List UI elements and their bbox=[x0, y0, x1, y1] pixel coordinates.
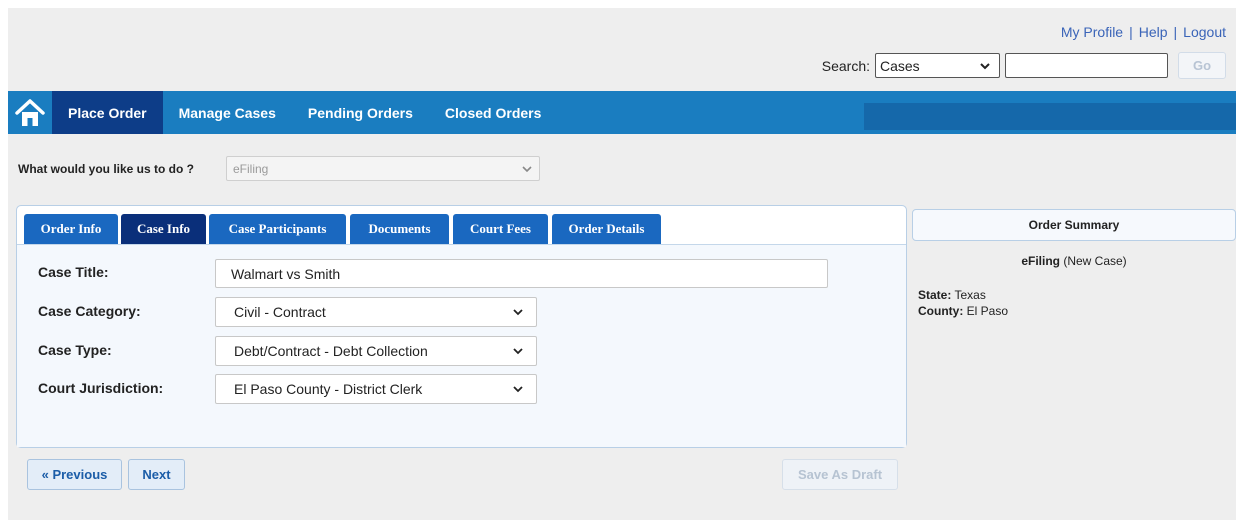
link-separator: | bbox=[1129, 24, 1133, 40]
logout-link[interactable]: Logout bbox=[1183, 24, 1226, 40]
summary-county-value: El Paso bbox=[966, 304, 1009, 318]
case-type-select[interactable]: Debt/Contract - Debt Collection bbox=[215, 336, 537, 366]
case-category-label: Case Category: bbox=[38, 303, 141, 319]
nav-band bbox=[864, 103, 1236, 130]
search-bar: Search: Cases Go bbox=[822, 52, 1226, 79]
case-type-value: Debt/Contract - Debt Collection bbox=[234, 343, 428, 359]
help-link[interactable]: Help bbox=[1139, 24, 1168, 40]
court-jurisdiction-label: Court Jurisdiction: bbox=[38, 380, 164, 396]
search-label: Search: bbox=[821, 57, 870, 74]
summary-county: County: El Paso bbox=[918, 304, 1008, 318]
service-question-label: What would you like us to do ? bbox=[18, 162, 194, 176]
summary-state-label: State: bbox=[918, 288, 952, 302]
chevron-down-icon bbox=[522, 165, 532, 172]
case-info-panel: Order Info Case Info Case Participants D… bbox=[16, 205, 907, 448]
search-input[interactable] bbox=[1005, 53, 1168, 78]
court-jurisdiction-value: El Paso County - District Clerk bbox=[234, 381, 423, 397]
home-button[interactable] bbox=[8, 91, 52, 134]
go-button[interactable]: Go bbox=[1178, 52, 1226, 79]
tab-order-details[interactable]: Order Details bbox=[552, 214, 661, 244]
chevron-down-icon bbox=[513, 386, 523, 393]
summary-service: eFiling (New Case) bbox=[912, 254, 1236, 268]
case-title-input[interactable]: Walmart vs Smith bbox=[215, 259, 828, 288]
order-summary-header: Order Summary bbox=[912, 209, 1236, 241]
nav-closed-orders[interactable]: Closed Orders bbox=[429, 91, 557, 134]
case-category-value: Civil - Contract bbox=[234, 304, 326, 320]
case-type-label: Case Type: bbox=[38, 342, 112, 358]
nav-manage-cases[interactable]: Manage Cases bbox=[163, 91, 292, 134]
summary-service-note: (New Case) bbox=[1063, 254, 1127, 268]
summary-service-name: eFiling bbox=[1021, 254, 1060, 268]
summary-state-value: Texas bbox=[954, 288, 986, 302]
home-icon bbox=[15, 98, 45, 126]
tab-court-fees[interactable]: Court Fees bbox=[453, 214, 548, 244]
tab-case-info[interactable]: Case Info bbox=[121, 214, 206, 244]
chevron-down-icon bbox=[513, 309, 523, 316]
chevron-down-icon bbox=[980, 62, 990, 69]
tab-case-participants[interactable]: Case Participants bbox=[209, 214, 346, 244]
service-select[interactable]: eFiling bbox=[226, 156, 540, 181]
summary-state: State: Texas bbox=[918, 288, 986, 302]
link-separator: | bbox=[1173, 24, 1178, 40]
court-jurisdiction-select[interactable]: El Paso County - District Clerk bbox=[215, 374, 537, 404]
my-profile-link[interactable]: My Profile bbox=[1061, 24, 1123, 40]
chevron-down-icon bbox=[513, 348, 523, 355]
save-as-draft-button[interactable]: Save As Draft bbox=[782, 459, 898, 490]
search-scope-select[interactable]: Cases bbox=[875, 53, 1000, 78]
case-category-select[interactable]: Civil - Contract bbox=[215, 297, 537, 327]
main-nav: Place Order Manage Cases Pending Orders … bbox=[8, 91, 1236, 134]
case-title-label: Case Title: bbox=[38, 264, 109, 280]
tab-order-info[interactable]: Order Info bbox=[24, 214, 118, 244]
nav-pending-orders[interactable]: Pending Orders bbox=[292, 91, 429, 134]
service-select-value: eFiling bbox=[233, 161, 269, 176]
previous-button[interactable]: « Previous bbox=[27, 459, 122, 490]
next-button[interactable]: Next bbox=[128, 459, 185, 490]
nav-place-order[interactable]: Place Order bbox=[52, 91, 163, 134]
search-scope-value: Cases bbox=[880, 57, 920, 74]
summary-county-label: County: bbox=[918, 304, 964, 318]
tab-documents[interactable]: Documents bbox=[350, 214, 449, 244]
header-links: My Profile | Help | Logout bbox=[1061, 24, 1226, 40]
